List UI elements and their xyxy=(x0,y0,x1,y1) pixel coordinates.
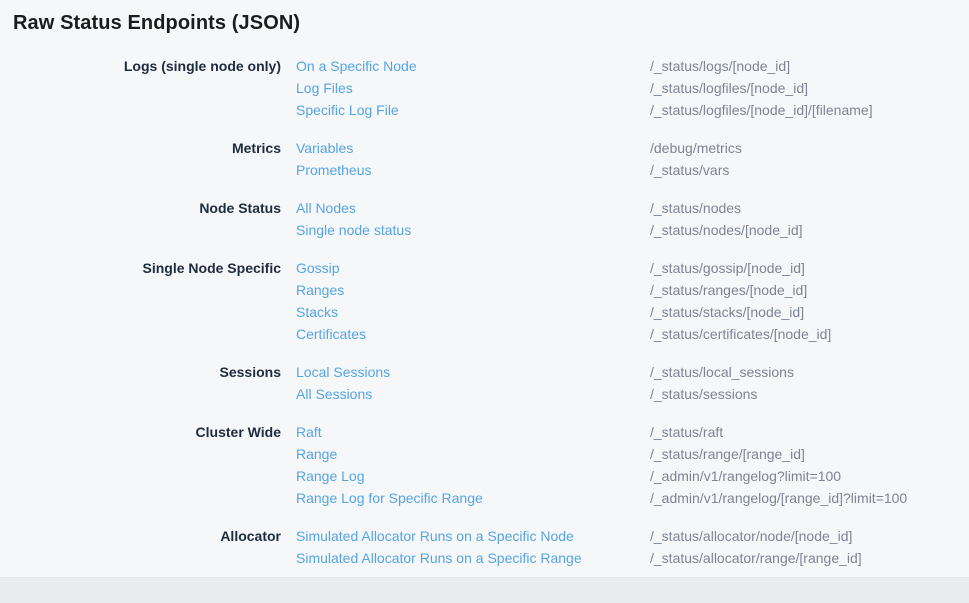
endpoint-paths-column: /debug/metrics/_status/vars xyxy=(650,137,969,181)
endpoint-path: /_admin/v1/rangelog/[range_id]?limit=100 xyxy=(650,487,969,509)
endpoint-link[interactable]: Range Log for Specific Range xyxy=(296,487,650,509)
endpoint-link[interactable]: Log Files xyxy=(296,77,650,99)
endpoint-link[interactable]: On a Specific Node xyxy=(296,55,650,77)
endpoint-group-row: Single Node Specific GossipRangesStacksCe… xyxy=(13,257,969,345)
endpoint-path: /_status/range/[range_id] xyxy=(650,443,969,465)
endpoint-links-column: GossipRangesStacksCertificates xyxy=(296,257,650,345)
endpoint-links-column: On a Specific NodeLog FilesSpecific Log … xyxy=(296,55,650,121)
endpoint-path: /_admin/v1/rangelog?limit=100 xyxy=(650,465,969,487)
category-label: Metrics xyxy=(13,137,281,159)
endpoint-paths-column: /_status/local_sessions/_status/sessions xyxy=(650,361,969,405)
endpoint-link[interactable]: Prometheus xyxy=(296,159,650,181)
endpoint-link[interactable]: Specific Log File xyxy=(296,99,650,121)
endpoint-path: /_status/raft xyxy=(650,421,969,443)
endpoint-group-row: Logs (single node only) On a Specific Nod… xyxy=(13,55,969,121)
endpoint-link[interactable]: Variables xyxy=(296,137,650,159)
endpoint-path: /_status/certificates/[node_id] xyxy=(650,323,969,345)
endpoint-path: /_status/ranges/[node_id] xyxy=(650,279,969,301)
endpoint-path: /_status/logfiles/[node_id] xyxy=(650,77,969,99)
endpoint-paths-column: /_status/gossip/[node_id]/_status/ranges… xyxy=(650,257,969,345)
endpoint-path: /_status/allocator/range/[range_id] xyxy=(650,547,969,569)
endpoint-link[interactable]: Raft xyxy=(296,421,650,443)
endpoint-group-row: Allocator Simulated Allocator Runs on a S… xyxy=(13,525,969,569)
endpoint-link[interactable]: Range xyxy=(296,443,650,465)
endpoint-link[interactable]: Ranges xyxy=(296,279,650,301)
endpoints-table: Logs (single node only) On a Specific Nod… xyxy=(13,55,969,569)
endpoint-path: /_status/logfiles/[node_id]/[filename] xyxy=(650,99,969,121)
endpoint-link[interactable]: All Sessions xyxy=(296,383,650,405)
endpoint-links-column: Local SessionsAll Sessions xyxy=(296,361,650,405)
endpoint-links-column: All NodesSingle node status xyxy=(296,197,650,241)
endpoint-group-row: Sessions Local SessionsAll Sessions/_stat… xyxy=(13,361,969,405)
raw-status-endpoints-panel: Raw Status Endpoints (JSON) Logs (single… xyxy=(0,0,969,578)
endpoint-link[interactable]: Simulated Allocator Runs on a Specific R… xyxy=(296,547,650,569)
endpoint-paths-column: /_status/raft/_status/range/[range_id]/_… xyxy=(650,421,969,509)
endpoint-path: /_status/nodes/[node_id] xyxy=(650,219,969,241)
category-label: Sessions xyxy=(13,361,281,383)
category-label: Cluster Wide xyxy=(13,421,281,443)
endpoint-link[interactable]: Single node status xyxy=(296,219,650,241)
endpoint-path: /_status/nodes xyxy=(650,197,969,219)
endpoint-link[interactable]: Simulated Allocator Runs on a Specific N… xyxy=(296,525,650,547)
category-label: Logs (single node only) xyxy=(13,55,281,77)
category-label: Node Status xyxy=(13,197,281,219)
category-label: Single Node Specific xyxy=(13,257,281,279)
endpoint-link[interactable]: All Nodes xyxy=(296,197,650,219)
endpoint-path: /_status/gossip/[node_id] xyxy=(650,257,969,279)
endpoint-links-column: VariablesPrometheus xyxy=(296,137,650,181)
endpoint-group-row: Cluster Wide RaftRangeRange LogRange Log … xyxy=(13,421,969,509)
endpoint-path: /_status/sessions xyxy=(650,383,969,405)
endpoint-paths-column: /_status/logs/[node_id]/_status/logfiles… xyxy=(650,55,969,121)
endpoint-links-column: Simulated Allocator Runs on a Specific N… xyxy=(296,525,650,569)
page-title: Raw Status Endpoints (JSON) xyxy=(13,12,969,35)
endpoint-paths-column: /_status/nodes/_status/nodes/[node_id] xyxy=(650,197,969,241)
endpoint-link[interactable]: Local Sessions xyxy=(296,361,650,383)
endpoint-group-row: Metrics VariablesPrometheus/debug/metrics… xyxy=(13,137,969,181)
endpoint-path: /_status/vars xyxy=(650,159,969,181)
endpoint-links-column: RaftRangeRange LogRange Log for Specific… xyxy=(296,421,650,509)
endpoint-group-row: Node Status All NodesSingle node status/_… xyxy=(13,197,969,241)
endpoint-link[interactable]: Stacks xyxy=(296,301,650,323)
endpoint-link[interactable]: Gossip xyxy=(296,257,650,279)
endpoint-link[interactable]: Range Log xyxy=(296,465,650,487)
endpoint-paths-column: /_status/allocator/node/[node_id]/_statu… xyxy=(650,525,969,569)
endpoint-path: /debug/metrics xyxy=(650,137,969,159)
endpoint-link[interactable]: Certificates xyxy=(296,323,650,345)
endpoint-path: /_status/allocator/node/[node_id] xyxy=(650,525,969,547)
endpoint-path: /_status/logs/[node_id] xyxy=(650,55,969,77)
endpoint-path: /_status/local_sessions xyxy=(650,361,969,383)
endpoint-path: /_status/stacks/[node_id] xyxy=(650,301,969,323)
category-label: Allocator xyxy=(13,525,281,547)
